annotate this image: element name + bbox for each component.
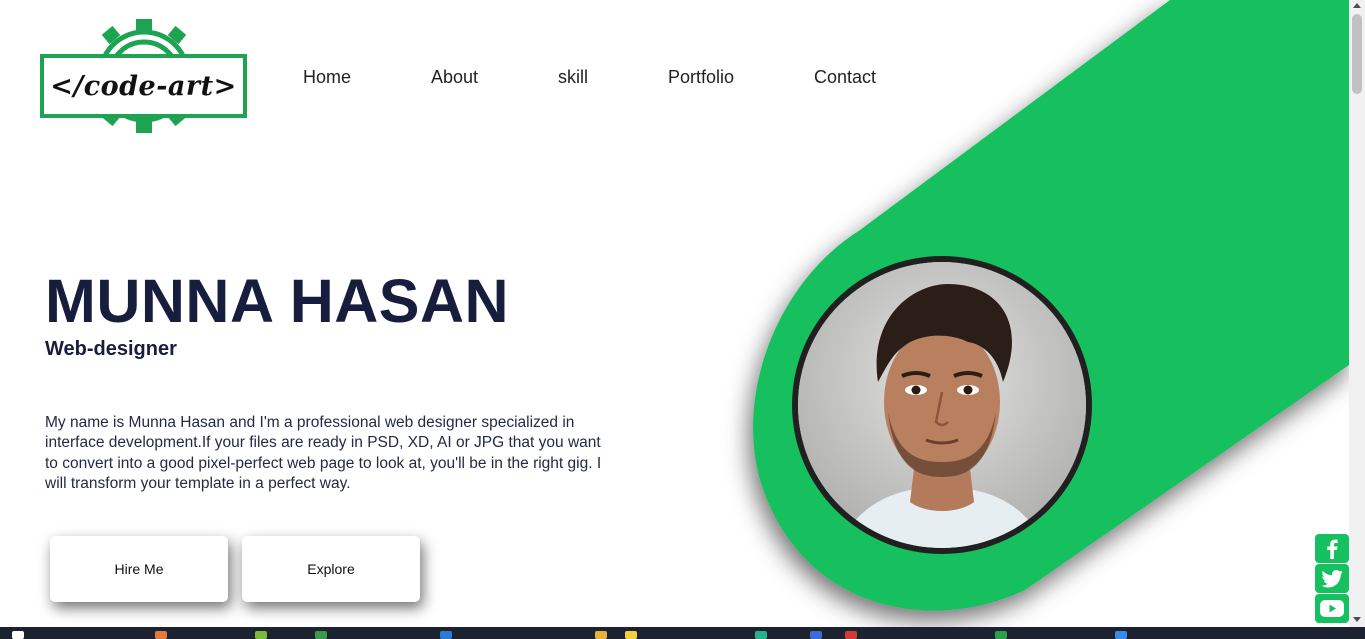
nav-about[interactable]: About bbox=[431, 67, 478, 88]
taskbar-app-icon[interactable] bbox=[315, 631, 327, 639]
profile-photo bbox=[792, 256, 1092, 554]
taskbar-app-icon[interactable] bbox=[995, 631, 1007, 639]
taskbar-app-icon[interactable] bbox=[755, 631, 767, 639]
twitter-link[interactable] bbox=[1315, 564, 1349, 593]
taskbar-app-icon[interactable] bbox=[440, 631, 452, 639]
page: </code-art> Home About skill Portfolio C… bbox=[0, 0, 1349, 627]
taskbar-app-icon[interactable] bbox=[625, 631, 637, 639]
os-taskbar bbox=[0, 627, 1365, 639]
logo-box: </code-art> bbox=[40, 54, 247, 118]
youtube-link[interactable] bbox=[1315, 594, 1349, 623]
twitter-icon bbox=[1321, 569, 1343, 587]
taskbar-app-icon[interactable] bbox=[155, 631, 167, 639]
nav-portfolio[interactable]: Portfolio bbox=[668, 67, 734, 88]
social-links bbox=[1315, 534, 1349, 624]
nav-contact[interactable]: Contact bbox=[814, 67, 876, 88]
hero-name: MUNNA HASAN bbox=[45, 267, 510, 335]
logo-text: </code-art> bbox=[50, 70, 237, 102]
taskbar-app-icon[interactable] bbox=[1115, 631, 1127, 639]
explore-button[interactable]: Explore bbox=[242, 536, 420, 602]
profile-portrait-image bbox=[798, 262, 1086, 548]
start-icon[interactable] bbox=[12, 631, 24, 639]
scrollbar-thumb[interactable] bbox=[1352, 14, 1362, 94]
hero-role: Web-designer bbox=[45, 338, 177, 360]
scroll-up-arrow-icon[interactable] bbox=[1353, 3, 1361, 8]
taskbar-app-icon[interactable] bbox=[595, 631, 607, 639]
taskbar-app-icon[interactable] bbox=[255, 631, 267, 639]
site-logo[interactable]: </code-art> bbox=[38, 17, 250, 135]
youtube-icon bbox=[1320, 600, 1344, 617]
hire-me-button[interactable]: Hire Me bbox=[50, 536, 228, 602]
page-scrollbar[interactable] bbox=[1349, 0, 1365, 627]
nav-skill[interactable]: skill bbox=[558, 67, 588, 88]
taskbar-app-icon[interactable] bbox=[810, 631, 822, 639]
taskbar-app-icon[interactable] bbox=[845, 631, 857, 639]
nav-home[interactable]: Home bbox=[303, 67, 351, 88]
facebook-link[interactable] bbox=[1315, 534, 1349, 563]
hero-description: My name is Munna Hasan and I'm a profess… bbox=[45, 414, 602, 493]
facebook-icon bbox=[1327, 539, 1338, 559]
scroll-down-arrow-icon[interactable] bbox=[1353, 617, 1361, 622]
